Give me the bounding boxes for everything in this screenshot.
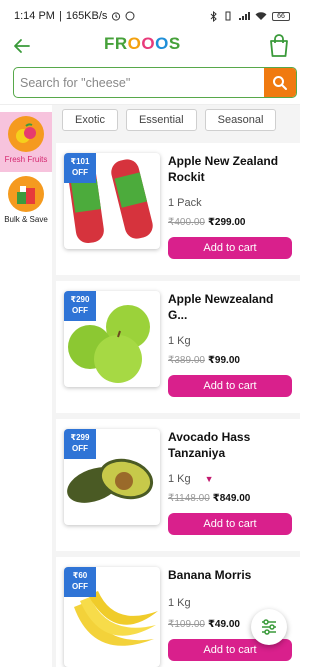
chip-exotic[interactable]: Exotic <box>62 109 118 131</box>
product-title: Banana Morris <box>168 568 252 582</box>
sidebar-item-fresh-fruits[interactable]: Fresh Fruits <box>0 112 52 172</box>
product-image: ₹101 OFF <box>64 153 160 249</box>
mrp-price: ₹109.00 <box>168 619 205 630</box>
chip-seasonal[interactable]: Seasonal <box>204 109 277 131</box>
quantity-selector[interactable]: 1 Kg ▼ <box>168 473 214 485</box>
search-input[interactable] <box>14 68 264 97</box>
app-logo: FROOOS <box>104 34 181 53</box>
sale-price: ₹99.00 <box>207 355 240 366</box>
category-sidebar: Fresh Fruits Bulk & Save <box>0 112 52 667</box>
product-title: Apple New Zealand Rockit <box>168 154 279 184</box>
mrp-price: ₹389.00 <box>168 355 205 366</box>
cart-icon[interactable] <box>268 34 290 58</box>
product-title: Avocado Hass Tanzaniya <box>168 430 251 460</box>
signal-icon <box>239 12 250 20</box>
product-image: ₹299 OFF <box>64 429 160 525</box>
status-speed: 165KB/s <box>65 10 108 22</box>
search-icon <box>273 75 287 90</box>
product-quantity: 1 Kg <box>168 597 191 609</box>
vibrate-icon <box>225 11 231 21</box>
product-card[interactable]: ₹299 OFF Avocado Hass Tanzaniya 1 Kg ▼ ₹11… <box>56 419 300 551</box>
chip-essential[interactable]: Essential <box>125 109 197 131</box>
product-title: Apple Newzealand G... <box>168 292 274 322</box>
sidebar-item-label: Fresh Fruits <box>4 155 48 164</box>
sale-price: ₹49.00 <box>207 619 240 630</box>
add-to-cart-button[interactable]: Add to cart <box>168 375 292 397</box>
sidebar-item-label: Bulk & Save <box>4 215 48 224</box>
product-quantity: 1 Kg <box>168 335 191 347</box>
filter-sliders-icon <box>262 619 276 635</box>
sidebar-item-bulk-save[interactable]: Bulk & Save <box>0 172 52 232</box>
mrp-price: ₹1148.00 <box>168 493 210 504</box>
product-price: ₹389.00 ₹99.00 <box>168 355 240 366</box>
bulk-icon <box>8 176 44 212</box>
product-card[interactable]: ₹290 OFF Apple Newzealand G... 1 Kg ₹389.… <box>56 281 300 413</box>
discount-badge: ₹299 OFF <box>64 429 96 459</box>
sale-price: ₹849.00 <box>212 493 251 504</box>
fruits-icon <box>8 116 44 152</box>
product-price: ₹1148.00 ₹849.00 <box>168 493 250 504</box>
app-header: FROOOS <box>0 32 300 66</box>
status-bar: 1:14 PM | 165KB/s 66 <box>0 0 300 32</box>
product-card[interactable]: ₹101 OFF Apple New Zealand Rockit 1 Pack … <box>56 143 300 275</box>
filter-chips: Exotic Essential Seasonal <box>62 109 277 131</box>
status-time: 1:14 PM <box>14 10 55 22</box>
whatsapp-icon <box>125 11 135 21</box>
bluetooth-icon <box>210 10 217 22</box>
battery-icon: 66 <box>272 11 290 21</box>
filter-button[interactable] <box>251 609 287 645</box>
discount-badge: ₹290 OFF <box>64 291 96 321</box>
alarm-icon <box>112 12 121 21</box>
product-list: Exotic Essential Seasonal ₹101 OFF Apple … <box>52 105 300 667</box>
add-to-cart-button[interactable]: Add to cart <box>168 513 292 535</box>
product-quantity: 1 Kg <box>168 473 191 485</box>
discount-badge: ₹101 OFF <box>64 153 96 183</box>
sale-price: ₹299.00 <box>207 217 246 228</box>
chevron-down-icon: ▼ <box>204 474 214 484</box>
mrp-price: ₹400.00 <box>168 217 205 228</box>
back-arrow-icon[interactable] <box>12 36 32 56</box>
product-price: ₹400.00 ₹299.00 <box>168 217 246 228</box>
add-to-cart-button[interactable]: Add to cart <box>168 237 292 259</box>
wifi-icon <box>255 12 267 20</box>
product-quantity: 1 Pack <box>168 197 202 209</box>
product-image: ₹60 OFF <box>64 567 160 667</box>
search-button[interactable] <box>264 68 296 97</box>
product-price: ₹109.00 ₹49.00 <box>168 619 240 630</box>
search-bar <box>13 67 297 98</box>
product-image: ₹290 OFF <box>64 291 160 387</box>
discount-badge: ₹60 OFF <box>64 567 96 597</box>
